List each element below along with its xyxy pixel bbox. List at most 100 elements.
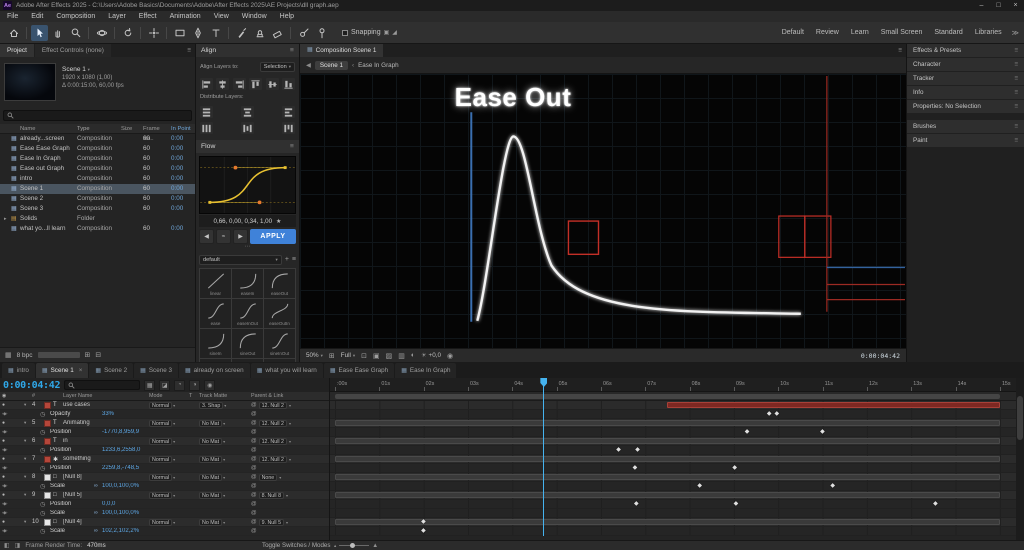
current-time-display[interactable]: 0:00:04:42 (3, 380, 60, 391)
layer-duration-bar[interactable] (335, 438, 1000, 444)
panel-properties-no-selection[interactable]: Properties: No Selection≡ (907, 100, 1024, 113)
menu-file[interactable]: File (7, 13, 18, 20)
timeline-lane[interactable]: ◆◆ (330, 464, 1016, 473)
timeline-layer-row[interactable]: ● ▾ 4 T use cases Normal▾ 3. Shap▾ @12. … (0, 401, 329, 410)
property-name[interactable]: Scale (50, 528, 94, 534)
pick-whip-icon[interactable]: @ (251, 447, 257, 453)
timeline-property-row[interactable]: ‹◆› ◷ Opacity 33% @ (0, 410, 329, 419)
keyframe-icon[interactable]: ◆ (697, 482, 702, 491)
breadcrumb-scene[interactable]: Scene 1 (315, 61, 348, 70)
align-horizontal-center-button[interactable] (216, 78, 229, 90)
project-item-row[interactable]: ▦ already...screen Composition 60 0:00 (0, 134, 195, 144)
flow-preset-sineout[interactable]: sineOut (232, 329, 264, 359)
timeline-property-row[interactable]: ‹◆› ◷ Scale ∞ 102,2,102,2% @ (0, 527, 329, 536)
pick-whip-icon[interactable]: @ (251, 438, 257, 444)
layer-visibility-icon[interactable]: ● (2, 420, 24, 426)
mode-dropdown[interactable]: Normal▾ (149, 474, 189, 481)
timeline-tab-ease-in-graph[interactable]: ▦Ease In Graph (395, 363, 456, 378)
layer-visibility-icon[interactable]: ● (2, 402, 24, 408)
keyframe-navigator[interactable]: ‹◆› (2, 528, 24, 534)
property-value[interactable]: 33% (102, 411, 251, 417)
column-parent-link[interactable]: Parent & Link (251, 393, 329, 399)
pick-whip-icon[interactable]: @ (251, 483, 257, 489)
close-button[interactable]: × (1007, 2, 1024, 9)
layer-duration-bar[interactable] (335, 420, 1000, 426)
stopwatch-icon[interactable]: ◷ (40, 465, 50, 472)
workspace-overflow-chevron[interactable]: ≫ (1012, 29, 1019, 37)
snapshot-icon[interactable]: ◉ (447, 352, 453, 360)
parent-link-dropdown[interactable]: @12. Null 2▾ (251, 402, 329, 409)
align-right-button[interactable] (233, 78, 246, 90)
column-layer-name[interactable]: Layer Name (63, 393, 149, 399)
column-name[interactable]: Name (20, 124, 77, 133)
column-size[interactable]: Size (121, 124, 143, 133)
stopwatch-icon[interactable]: ◷ (40, 501, 50, 508)
timeline-lane[interactable] (330, 491, 1016, 500)
timeline-lane[interactable] (330, 455, 1016, 464)
timeline-property-row[interactable]: ‹◆› ◷ Position -1770,8,959,9 @ (0, 428, 329, 437)
cursor-tool[interactable] (31, 25, 48, 41)
project-item-row[interactable]: ▦ intro Composition 60 0:00 (0, 174, 195, 184)
choose-grid-icon[interactable]: ⊞ (329, 352, 335, 360)
parent-link-dropdown[interactable]: @12. Null 2▾ (251, 438, 329, 445)
flow-preset-easeinout[interactable]: easeInOut (232, 299, 264, 329)
puppet-pin-tool[interactable] (313, 25, 330, 41)
keyframe-icon[interactable]: ◆ (635, 446, 640, 455)
parent-link-dropdown[interactable]: @12. Null 2▾ (251, 420, 329, 427)
project-search-input[interactable] (3, 110, 192, 121)
panel-menu-icon[interactable]: ≡ (290, 44, 294, 57)
project-item-row[interactable]: ▦ Scene 1 Composition 60 0:00 (0, 184, 195, 194)
flow-preset-sineinout[interactable]: sineInOut (264, 329, 296, 359)
tab-project[interactable]: Project (0, 44, 34, 57)
parent-link-dropdown[interactable]: @None▾ (251, 474, 329, 481)
expander-icon[interactable]: ▾ (24, 456, 32, 462)
timeline-lane[interactable]: ◆◆ (330, 428, 1016, 437)
align-top-button[interactable] (249, 78, 262, 90)
timeline-layer-row[interactable]: ● ▾ 8 □ [Null 8] Normal▾ No Mat▾ @None▾ (0, 473, 329, 482)
time-ruler[interactable]: :00s01s02s03s04s05s06s07s08s09s10s11s12s… (330, 378, 1016, 392)
align-panel-header[interactable]: Align ≡ (196, 44, 299, 57)
align-vertical-center-button[interactable] (266, 78, 279, 90)
timeline-tab-already-on-screen[interactable]: ▦already on screen (179, 363, 250, 378)
timeline-layer-row[interactable]: ● ▾ 10 □ [Null 4] Normal▾ No Mat▾ @9. Nu… (0, 518, 329, 527)
flow-preset-ease[interactable]: ease (200, 299, 232, 329)
link-dimensions-icon[interactable]: ∞ (94, 528, 102, 534)
project-item-row[interactable]: ▦ Scene 3 Composition 60 0:00 (0, 204, 195, 214)
pick-whip-icon[interactable]: @ (251, 411, 257, 417)
motion-blur-button[interactable]: ◉ (204, 380, 215, 391)
flow-panel-handle[interactable]: ⋯ (196, 245, 299, 251)
flow-preset-easein[interactable]: easeIn (232, 269, 264, 299)
column-track-matte[interactable]: Track Matte (199, 393, 251, 399)
brush-tool[interactable] (233, 25, 250, 41)
property-name[interactable]: Scale (50, 510, 94, 516)
scrollbar-thumb[interactable] (1017, 396, 1023, 440)
timeline-lane[interactable] (330, 509, 1016, 518)
zoom-tool[interactable] (67, 25, 84, 41)
region-of-interest-icon[interactable]: ▣ (373, 352, 380, 360)
preset-menu-icon[interactable]: ≡ (292, 256, 296, 263)
layer-color-swatch[interactable] (44, 420, 51, 427)
keyframe-icon[interactable]: ◆ (820, 428, 825, 437)
timeline-lane[interactable]: ◆◆ (330, 410, 1016, 419)
bezier-endpoint[interactable] (284, 166, 287, 169)
add-preset-button[interactable]: + (285, 256, 289, 263)
tab-effect-controls-none[interactable]: Effect Controls (none) (35, 44, 111, 57)
pick-whip-icon[interactable]: @ (251, 528, 257, 534)
timeline-layer-row[interactable]: ● ▾ 6 T in Normal▾ No Mat▾ @12. Null 2▾ (0, 437, 329, 446)
workspace-review[interactable]: Review (816, 29, 839, 36)
bezier-handle[interactable] (234, 166, 238, 170)
property-pickwhip[interactable]: @ (251, 447, 329, 453)
distribute-horizontal-center-button[interactable] (241, 122, 254, 134)
panel-menu-icon[interactable]: ≡ (183, 44, 195, 57)
distribute-right-button[interactable] (282, 122, 295, 134)
layer-color-swatch[interactable] (44, 456, 51, 463)
expander-icon[interactable]: ▾ (24, 402, 32, 408)
column-inpoint[interactable]: In Point (171, 124, 195, 133)
roto-brush-tool[interactable] (295, 25, 312, 41)
align-bottom-button[interactable] (282, 78, 295, 90)
close-tab-icon[interactable]: × (79, 367, 83, 374)
property-value[interactable]: 100,0,100,0% (102, 510, 251, 516)
timeline-property-row[interactable]: ‹◆› ◷ Position 0,0,0 @ (0, 500, 329, 509)
panel-menu-icon[interactable]: ≡ (290, 140, 294, 153)
stopwatch-icon[interactable]: ◷ (40, 411, 50, 418)
